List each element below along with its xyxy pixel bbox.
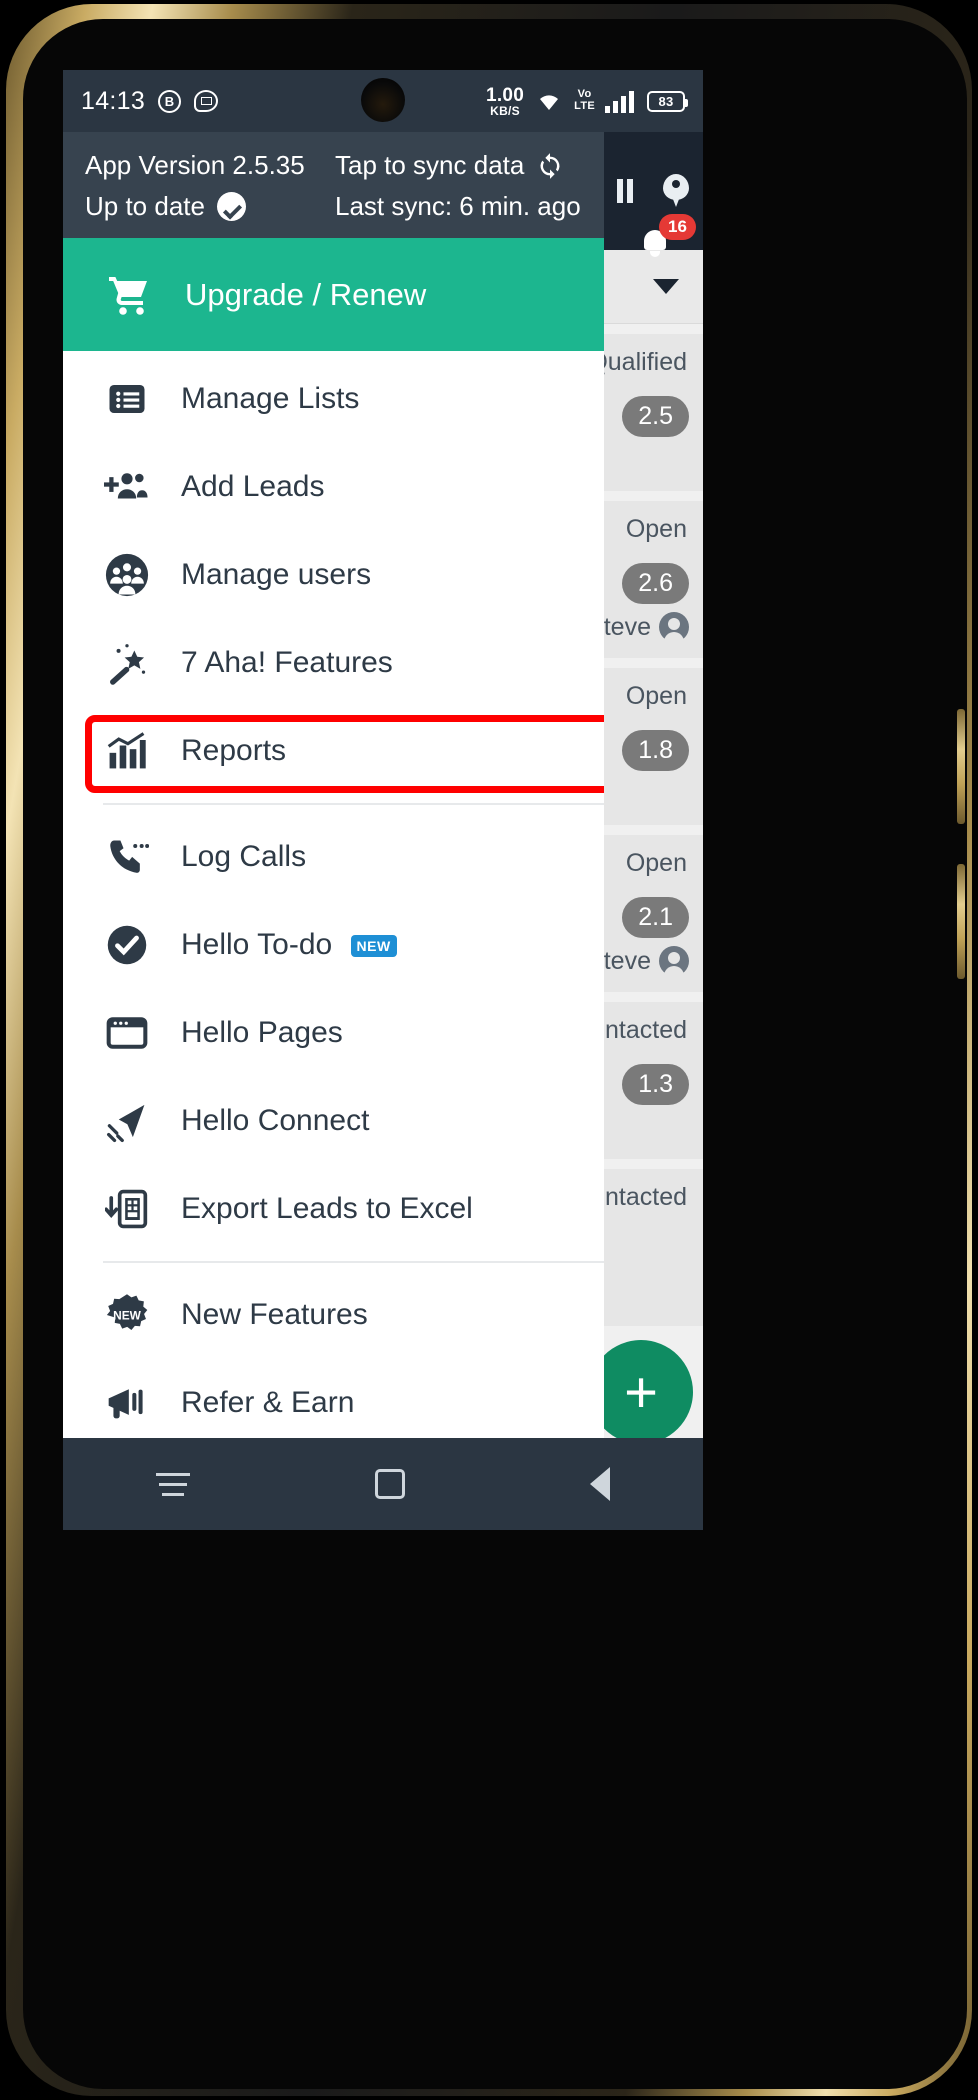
drawer-item-text: Hello To-do xyxy=(181,928,333,961)
avatar xyxy=(659,612,689,643)
drawer-item-label: Reports xyxy=(181,734,287,767)
back-icon[interactable] xyxy=(590,1467,611,1501)
app-version-label: App Version 2.5.35 xyxy=(85,150,305,180)
drawer-item-add-leads[interactable]: Add Leads xyxy=(63,443,604,531)
drawer-divider xyxy=(103,1261,604,1263)
drawer-item-label: Add Leads xyxy=(181,470,325,503)
drawer-item-manage-users[interactable]: Manage users xyxy=(63,531,604,619)
drawer-item-label: Hello Connect xyxy=(181,1104,370,1137)
check-circle-icon xyxy=(103,923,151,967)
status-badge: 2.1 xyxy=(622,897,689,938)
drawer-item-new-features[interactable]: NEW New Features xyxy=(63,1271,604,1359)
export-document-icon xyxy=(103,1187,151,1231)
volte-icon: Vo LTE xyxy=(574,88,595,112)
map-pin-icon[interactable] xyxy=(663,174,689,208)
new-badge: NEW xyxy=(350,935,397,958)
recents-icon[interactable] xyxy=(155,1466,190,1503)
drawer-item-manage-lists[interactable]: Manage Lists xyxy=(63,355,604,443)
upgrade-renew-label: Upgrade / Renew xyxy=(185,276,427,312)
chat-bubble-icon xyxy=(194,90,219,112)
status-badge: 1.3 xyxy=(622,1064,689,1105)
drawer-item-aha-features[interactable]: 7 Aha! Features xyxy=(63,619,604,707)
up-to-date-label: Up to date xyxy=(85,191,205,221)
browser-window-icon xyxy=(103,1011,151,1055)
add-lead-fab[interactable]: + xyxy=(589,1340,693,1444)
chevron-down-icon[interactable] xyxy=(653,279,679,294)
drawer-item-hello-connect[interactable]: Hello Connect xyxy=(63,1077,604,1165)
wifi-icon xyxy=(534,89,564,113)
drawer-header: App Version 2.5.35 Tap to sync data Up t… xyxy=(63,132,604,238)
home-icon[interactable] xyxy=(374,1469,405,1499)
shopping-cart-icon xyxy=(103,271,155,319)
upgrade-renew-button[interactable]: Upgrade / Renew xyxy=(63,238,604,351)
notification-bell[interactable]: 16 xyxy=(641,214,696,257)
magic-wand-icon xyxy=(103,641,151,685)
bitcoin-circle-icon: B xyxy=(158,89,182,113)
drawer-item-label: New Features xyxy=(181,1298,368,1331)
lead-status: Open xyxy=(625,682,687,710)
sync-button[interactable]: Tap to sync data xyxy=(335,150,582,181)
drawer-item-hello-pages[interactable]: Hello Pages xyxy=(63,989,604,1077)
avatar xyxy=(659,946,689,977)
drawer-item-label: Refer & Earn xyxy=(181,1386,355,1419)
phone-body: 16 Qualified 2.5 Open 2.6 Steve Open 1.8… xyxy=(23,19,967,2089)
status-badge: 1.8 xyxy=(622,730,689,771)
sync-refresh-icon[interactable] xyxy=(536,152,564,180)
drawer-item-label: Hello To-do NEW xyxy=(181,928,397,962)
clock: 14:13 xyxy=(81,86,146,115)
drawer-item-label: Manage Lists xyxy=(181,382,360,415)
drawer-item-hello-todo[interactable]: Hello To-do NEW xyxy=(63,901,604,989)
drawer-item-refer-earn[interactable]: Refer & Earn xyxy=(63,1359,604,1438)
add-people-icon xyxy=(103,467,151,507)
drawer-menu[interactable]: Manage Lists Add Leads Manage users 7 Ah… xyxy=(63,351,604,1438)
list-box-icon xyxy=(103,378,151,420)
svg-text:NEW: NEW xyxy=(113,1309,141,1323)
volume-up-button[interactable] xyxy=(957,709,965,824)
lead-status: Open xyxy=(625,849,687,877)
drawer-item-label: Hello Pages xyxy=(181,1016,343,1049)
drawer-item-label: Log Calls xyxy=(181,840,307,873)
drawer-item-label: Export Leads to Excel xyxy=(181,1192,473,1225)
drawer-item-reports[interactable]: Reports xyxy=(63,707,604,795)
bar-chart-icon xyxy=(103,729,151,773)
signal-bars-icon xyxy=(605,89,637,113)
drawer-divider xyxy=(103,803,604,805)
notification-badge: 16 xyxy=(659,214,696,240)
manage-users-icon xyxy=(103,552,151,598)
phone-screen: 16 Qualified 2.5 Open 2.6 Steve Open 1.8… xyxy=(63,70,703,1530)
last-sync-label: Last sync: 6 min. ago xyxy=(335,191,581,221)
drawer-item-label: 7 Aha! Features xyxy=(181,646,393,679)
megaphone-icon xyxy=(103,1381,151,1425)
status-badge: 2.5 xyxy=(622,396,689,437)
check-circle-icon xyxy=(216,192,246,221)
android-nav-bar[interactable] xyxy=(63,1438,703,1530)
network-speed-value: 1.00 xyxy=(485,84,525,106)
status-badge: 2.6 xyxy=(622,563,689,604)
network-speed: 1.00 KB/S xyxy=(486,86,524,117)
volume-down-button[interactable] xyxy=(957,864,965,979)
phone-bezel: 16 Qualified 2.5 Open 2.6 Steve Open 1.8… xyxy=(6,4,972,2096)
drawer-item-export-leads[interactable]: Export Leads to Excel xyxy=(63,1165,604,1253)
sync-prompt-label: Tap to sync data xyxy=(335,150,525,180)
network-speed-unit: KB/S xyxy=(490,103,520,118)
phone-call-icon xyxy=(103,835,151,879)
menu-dots-icon[interactable] xyxy=(615,176,641,206)
drawer-item-log-calls[interactable]: Log Calls xyxy=(63,813,604,901)
drawer-item-label: Manage users xyxy=(181,558,372,591)
lead-status: Open xyxy=(625,515,687,543)
battery-indicator: 83 xyxy=(647,90,688,112)
new-starburst-icon: NEW xyxy=(103,1292,151,1338)
navigation-drawer[interactable]: App Version 2.5.35 Tap to sync data Up t… xyxy=(63,132,604,1438)
front-camera xyxy=(361,78,405,122)
paper-plane-icon xyxy=(103,1099,151,1143)
